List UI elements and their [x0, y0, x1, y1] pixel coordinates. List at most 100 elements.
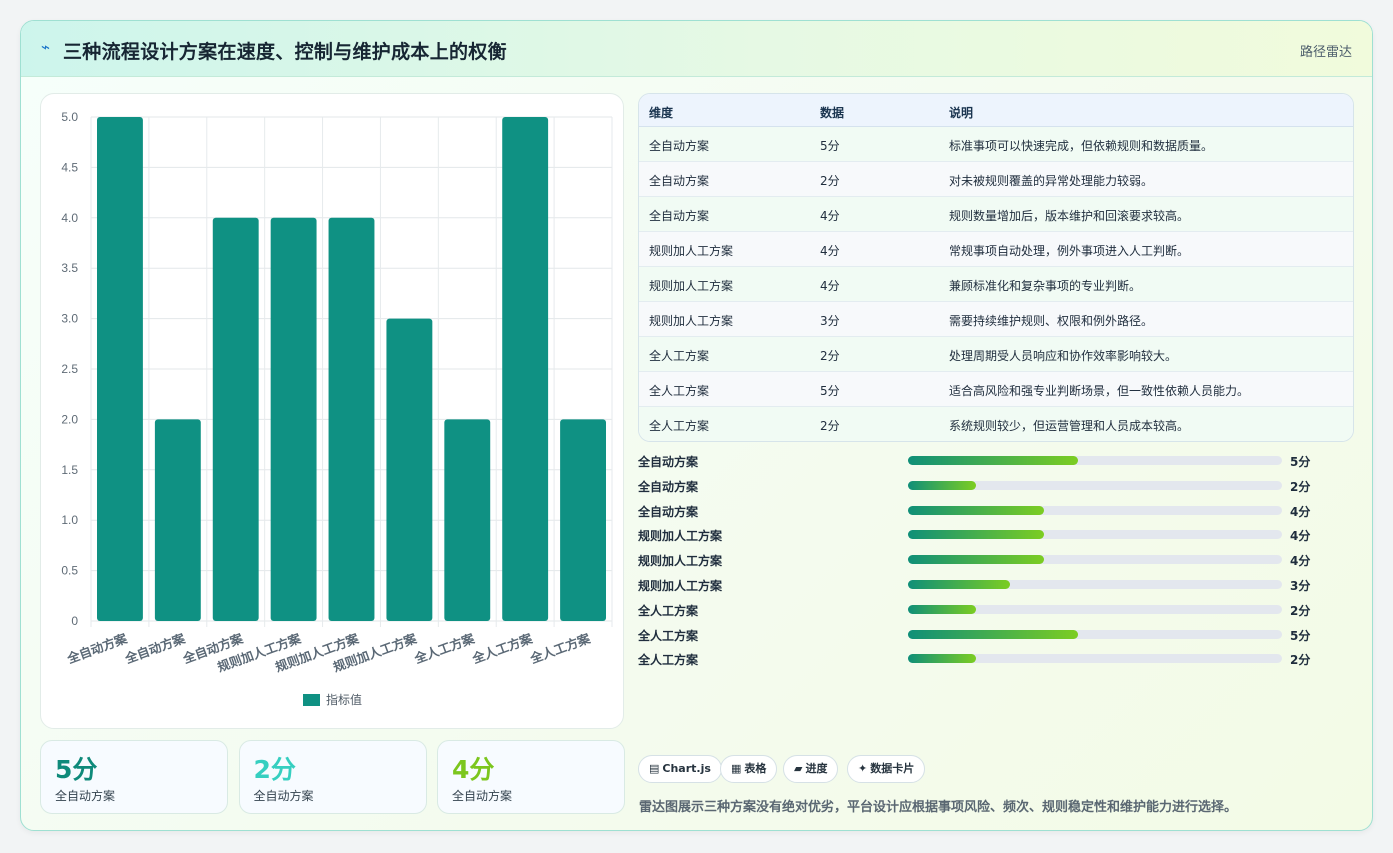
legend-swatch — [303, 694, 320, 706]
table-cell-dimension: 全自动方案 — [649, 139, 710, 153]
kpi-label: 全自动方案 — [452, 789, 513, 803]
progress-value: 2分 — [1290, 653, 1311, 668]
progress-row: 规则加人工方案 4分 — [638, 550, 1338, 570]
y-tick-label: 1.0 — [61, 513, 78, 527]
progress-track — [908, 580, 1282, 589]
table-cell-description: 规则数量增加后，版本维护和回滚要求较高。 — [949, 209, 1190, 223]
y-tick-label: 3.5 — [61, 261, 78, 275]
table-cell-data: 3分 — [820, 314, 840, 328]
summary-text: 雷达图展示三种方案没有绝对优劣，平台设计应根据事项风险、频次、规则稳定性和维护能… — [639, 800, 1238, 815]
chip-label: 进度 — [805, 762, 828, 775]
table-cell-description: 需要持续维护规则、权限和例外路径。 — [949, 314, 1154, 328]
progress-row: 全人工方案 2分 — [638, 600, 1338, 620]
progress-track — [908, 505, 1282, 515]
data-table: 维度 数据 说明 全自动方案 5分 标准事项可以快速完成，但依赖规则和数据质量。 全自… — [638, 93, 1354, 442]
chip-sparkle[interactable]: ✦ 数据卡片 — [847, 755, 926, 783]
table-cell-description: 系统规则较少，但运营管理和人员成本较高。 — [949, 419, 1190, 433]
x-tick-label: 全自动方案 — [64, 631, 129, 667]
progress-track — [908, 480, 1282, 490]
y-tick-label: 3.0 — [61, 312, 78, 326]
table-cell-data: 2分 — [820, 419, 840, 433]
table-row: 全人工方案 5分 适合高风险和强专业判断场景，但一致性依赖人员能力。 — [639, 372, 1353, 407]
table-row: 全人工方案 2分 处理周期受人员响应和协作效率影响较大。 — [639, 337, 1353, 372]
progress-label: 全人工方案 — [638, 603, 699, 618]
progress-fill — [908, 530, 1044, 540]
table-cell-dimension: 规则加人工方案 — [649, 314, 734, 328]
progress-value: 4分 — [1290, 529, 1311, 544]
table-cell-data: 5分 — [820, 139, 840, 153]
progress-track — [908, 530, 1282, 540]
kpi-label: 全自动方案 — [253, 789, 314, 803]
table-cell-dimension: 全人工方案 — [649, 419, 710, 433]
table-cell-description: 兼顾标准化和复杂事项的专业判断。 — [949, 279, 1142, 293]
progress-fill — [908, 629, 1078, 639]
x-tick-label: 全人工方案 — [469, 631, 534, 667]
dashboard-frame: ⌁ 三种流程设计方案在速度、控制与维护成本上的权衡 路径雷达 0 0.5 1.0 1.… — [20, 20, 1373, 831]
kpi-value: 4分 — [452, 755, 495, 784]
table-header: 维度 数据 说明 — [639, 94, 1353, 127]
progress-value: 3分 — [1290, 579, 1311, 593]
progress-row: 全人工方案 2分 — [638, 649, 1338, 669]
kpi-value: 5分 — [55, 755, 98, 784]
progress-label: 全自动方案 — [638, 504, 699, 519]
table-cell-data: 4分 — [820, 209, 840, 223]
progress-track — [908, 604, 1282, 614]
x-tick-label: 全人工方案 — [411, 631, 476, 667]
bar — [560, 419, 606, 621]
chart-icon: ▤ — [649, 762, 660, 775]
kpi-card: 4分全自动方案 — [437, 740, 625, 814]
table-cell-data: 2分 — [820, 349, 840, 363]
y-tick-label: 4.0 — [61, 211, 78, 225]
bar — [154, 419, 201, 621]
chip-chart[interactable]: ▤ Chart.js — [638, 755, 722, 783]
bar — [270, 217, 317, 622]
bar — [97, 117, 143, 621]
progress-icon: ▰ — [794, 762, 803, 775]
kpi-value: 2分 — [253, 755, 296, 784]
table-cell-data: 4分 — [820, 244, 840, 258]
progress-value: 4分 — [1290, 504, 1311, 519]
table-row: 全人工方案 2分 系统规则较少，但运营管理和人员成本较高。 — [639, 407, 1353, 441]
column-header-dimension: 维度 — [649, 106, 674, 120]
table-cell-description: 处理周期受人员响应和协作效率影响较大。 — [949, 349, 1178, 363]
y-tick-label: 4.5 — [61, 160, 78, 174]
table-row: 规则加人工方案 4分 常规事项自动处理，例外事项进入人工判断。 — [639, 232, 1353, 267]
chip-table[interactable]: ▦ 表格 — [720, 755, 778, 783]
progress-track — [908, 654, 1282, 664]
progress-label: 全人工方案 — [638, 628, 699, 643]
table-row: 规则加人工方案 3分 需要持续维护规则、权限和例外路径。 — [639, 302, 1353, 337]
header-tag: 路径雷达 — [1299, 45, 1352, 60]
legend-label: 指标值 — [326, 692, 362, 707]
progress-row: 全自动方案 4分 — [638, 501, 1338, 521]
progress-row: 规则加人工方案 4分 — [638, 525, 1338, 545]
progress-fill — [908, 654, 976, 664]
kpi-card: 2分全自动方案 — [238, 740, 427, 814]
progress-track — [908, 629, 1282, 639]
sparkle-icon: ✦ — [858, 762, 868, 775]
table-cell-description: 适合高风险和强专业判断场景，但一致性依赖人员能力。 — [949, 384, 1250, 398]
progress-label: 全自动方案 — [638, 455, 699, 469]
progress-track — [908, 555, 1282, 565]
y-tick-label: 2.0 — [61, 412, 78, 426]
bar — [212, 217, 259, 622]
table-cell-data: 5分 — [820, 384, 840, 398]
progress-row: 规则加人工方案 3分 — [638, 575, 1338, 595]
page-title: 三种流程设计方案在速度、控制与维护成本上的权衡 — [63, 41, 507, 63]
column-header-description: 说明 — [949, 106, 974, 120]
y-tick-label: 2.5 — [61, 362, 78, 376]
progress-label: 全自动方案 — [638, 479, 699, 494]
table-row: 全自动方案 4分 规则数量增加后，版本维护和回滚要求较高。 — [639, 197, 1353, 232]
progress-label: 全人工方案 — [638, 653, 699, 668]
chip-progress[interactable]: ▰ 进度 — [783, 755, 839, 783]
table-cell-dimension: 全人工方案 — [649, 384, 710, 398]
kpi-card: 5分全自动方案 — [40, 740, 228, 814]
table-row: 规则加人工方案 4分 兼顾标准化和复杂事项的专业判断。 — [639, 267, 1353, 302]
kpi-label: 全自动方案 — [55, 789, 116, 803]
progress-fill — [908, 604, 976, 614]
bar-chart: 0 0.5 1.0 1.5 2.0 2.5 3.0 3.5 4.0 4.5 5.0 全自动方案全自动方… — [61, 110, 613, 707]
progress-value: 2分 — [1290, 479, 1311, 494]
progress-fill — [908, 555, 1044, 565]
table-cell-data: 2分 — [820, 174, 840, 188]
table-row: 全自动方案 5分 标准事项可以快速完成，但依赖规则和数据质量。 — [639, 127, 1353, 162]
progress-value: 5分 — [1290, 455, 1311, 469]
